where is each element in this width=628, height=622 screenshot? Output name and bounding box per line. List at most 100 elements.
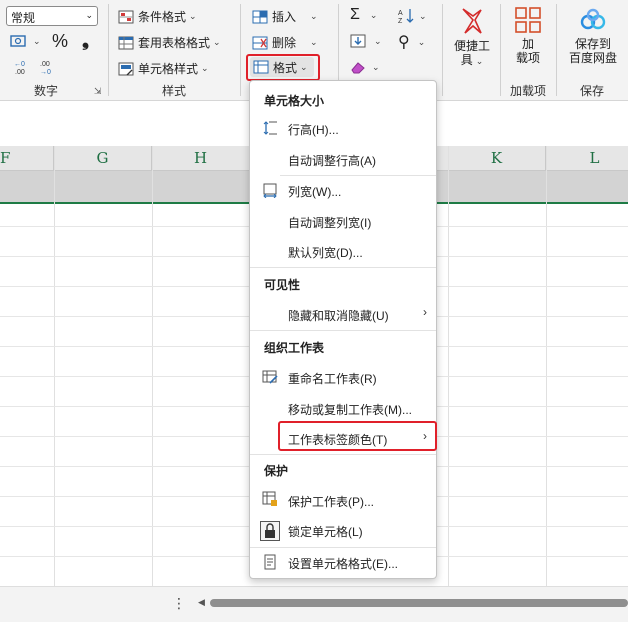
svg-text:←0: ←0 [14, 61, 25, 68]
menu-item-row-height[interactable]: 行高(H)... [288, 121, 339, 138]
insert-button[interactable]: 插入 ⌄ [252, 8, 318, 25]
save-label-1: 保存到 [574, 37, 611, 51]
menu-item-default-width[interactable]: 默认列宽(D)... [288, 244, 363, 261]
comma-style-button[interactable]: ❟ [82, 30, 89, 51]
cell-styles-icon [118, 62, 134, 75]
menu-item-hide-unhide[interactable]: 隐藏和取消隐藏(U) [288, 307, 389, 324]
insert-label: 插入 [272, 10, 297, 24]
addins-grid-icon [515, 7, 541, 33]
group-divider [108, 4, 109, 96]
lock-icon-box [260, 521, 280, 541]
column-header-g[interactable]: G [54, 146, 152, 170]
sort-az-icon: AZ [398, 9, 414, 24]
group-divider [500, 4, 501, 96]
grid-line [152, 146, 153, 586]
chevron-down-icon: ⌄ [33, 35, 41, 46]
clear-button[interactable]: ⌄ [350, 60, 380, 74]
comma-icon: ❟ [82, 30, 90, 50]
column-header-f[interactable]: F [0, 146, 54, 170]
more-options-icon[interactable]: ⋮ [172, 595, 186, 612]
svg-text:.00: .00 [15, 69, 25, 76]
rename-sheet-icon [262, 370, 278, 384]
svg-text:A: A [398, 10, 403, 17]
save-label-2: 百度网盘 [568, 51, 617, 65]
number-group-label: 数字 [34, 84, 59, 98]
sheet-tab-bar: ⋮ ◀ [0, 586, 628, 622]
quick-tools-label-2: 具 ⌄ [460, 53, 484, 67]
accounting-format-button[interactable]: ⌄ [10, 34, 41, 48]
scroll-left-icon[interactable]: ◀ [198, 597, 205, 608]
column-header-l[interactable]: L [546, 146, 628, 170]
menu-item-protect-sheet[interactable]: 保护工作表(P)... [288, 493, 374, 510]
quick-tools-button[interactable]: 便捷工 具 ⌄ [452, 6, 492, 68]
fill-down-icon [350, 34, 366, 48]
svg-text:Z: Z [398, 18, 403, 24]
fill-button[interactable]: ⌄ [350, 34, 382, 48]
menu-item-rename-sheet[interactable]: 重命名工作表(R) [288, 370, 377, 387]
dialog-launcher-icon[interactable]: ⇲ [94, 86, 102, 97]
conditional-formatting-button[interactable]: 条件格式 ⌄ [118, 8, 197, 25]
cloud-drive-icon [580, 8, 606, 30]
chevron-down-icon: ⌄ [419, 10, 427, 21]
group-divider [442, 4, 443, 96]
group-divider [556, 4, 557, 96]
chevron-right-icon: › [423, 305, 427, 319]
find-select-button[interactable]: ⚲ ⌄ [398, 32, 425, 52]
column-header-k[interactable]: K [448, 146, 546, 170]
autosum-button[interactable]: Σ ⌄ [350, 6, 377, 24]
column-header-h[interactable]: H [152, 146, 250, 170]
decrease-decimal-button[interactable]: .00 →0 [38, 58, 58, 76]
grid-line [546, 146, 547, 586]
chevron-down-icon: ⌄ [189, 11, 197, 21]
menu-item-column-width[interactable]: 列宽(W)... [288, 183, 341, 200]
addins-label-2: 载项 [515, 51, 540, 65]
menu-item-format-cells[interactable]: 设置单元格格式(E)... [288, 555, 398, 572]
cell-styles-label: 单元格样式 [138, 62, 199, 76]
menu-divider [250, 330, 436, 331]
menu-divider [250, 547, 436, 548]
delete-cells-icon [252, 36, 268, 49]
svg-text:.00: .00 [40, 61, 50, 68]
format-as-table-label: 套用表格格式 [138, 36, 211, 50]
chevron-down-icon: ⌄ [372, 61, 380, 72]
delete-label: 删除 [272, 36, 297, 50]
save-to-baidu-button[interactable]: 保存到 百度网盘 [562, 6, 624, 65]
number-format-dropdown[interactable]: 常规 ⌄ [6, 6, 98, 26]
addins-button[interactable]: 加 载项 [508, 6, 548, 65]
quick-tools-label-1: 便捷工 [453, 39, 490, 53]
protect-sheet-icon [262, 491, 277, 506]
insert-cells-icon [252, 10, 268, 23]
styles-group-label: 样式 [162, 84, 187, 98]
section-cell-size: 单元格大小 [264, 94, 325, 108]
horizontal-scrollbar[interactable] [210, 599, 628, 607]
format-as-table-button[interactable]: 套用表格格式 ⌄ [118, 34, 221, 51]
chevron-down-icon: ⌄ [310, 37, 318, 47]
format-dropdown-menu: 单元格大小 行高(H)... 自动调整行高(A) 列宽(W)... 自动调整列宽… [249, 80, 437, 579]
chevron-down-icon: ⌄ [310, 11, 318, 21]
section-protection: 保护 [264, 464, 289, 478]
menu-item-autofit-row-height[interactable]: 自动调整行高(A) [288, 152, 376, 169]
delete-button[interactable]: 删除 ⌄ [252, 34, 318, 51]
format-cells-dialog-icon [264, 554, 276, 570]
sigma-icon: Σ [350, 6, 360, 23]
cell-styles-button[interactable]: 单元格样式 ⌄ [118, 60, 209, 77]
grid-line [448, 146, 449, 586]
tab-color-highlight [278, 421, 437, 451]
sort-filter-button[interactable]: AZ ⌄ [398, 8, 427, 24]
menu-item-lock-cell[interactable]: 锁定单元格(L) [288, 523, 363, 540]
chevron-down-icon: ⌄ [369, 9, 378, 20]
decrease-decimal-icon: .00→0 [40, 61, 51, 76]
percent-style-button[interactable]: % [52, 31, 68, 52]
search-icon: ⚲ [398, 34, 410, 51]
chevron-down-icon: ⌄ [85, 10, 93, 20]
increase-decimal-button[interactable]: ←0.00 [12, 58, 32, 76]
number-format-value: 常规 [11, 11, 36, 25]
grid-line [54, 146, 55, 586]
percent-icon: % [52, 31, 69, 51]
addins-label-1: 加 [521, 37, 534, 51]
menu-item-move-copy-sheet[interactable]: 移动或复制工作表(M)... [288, 401, 412, 418]
menu-item-autofit-column-width[interactable]: 自动调整列宽(I) [288, 214, 371, 231]
section-visibility: 可见性 [264, 278, 301, 292]
chevron-down-icon: ⌄ [201, 63, 209, 73]
eraser-icon [351, 62, 365, 74]
